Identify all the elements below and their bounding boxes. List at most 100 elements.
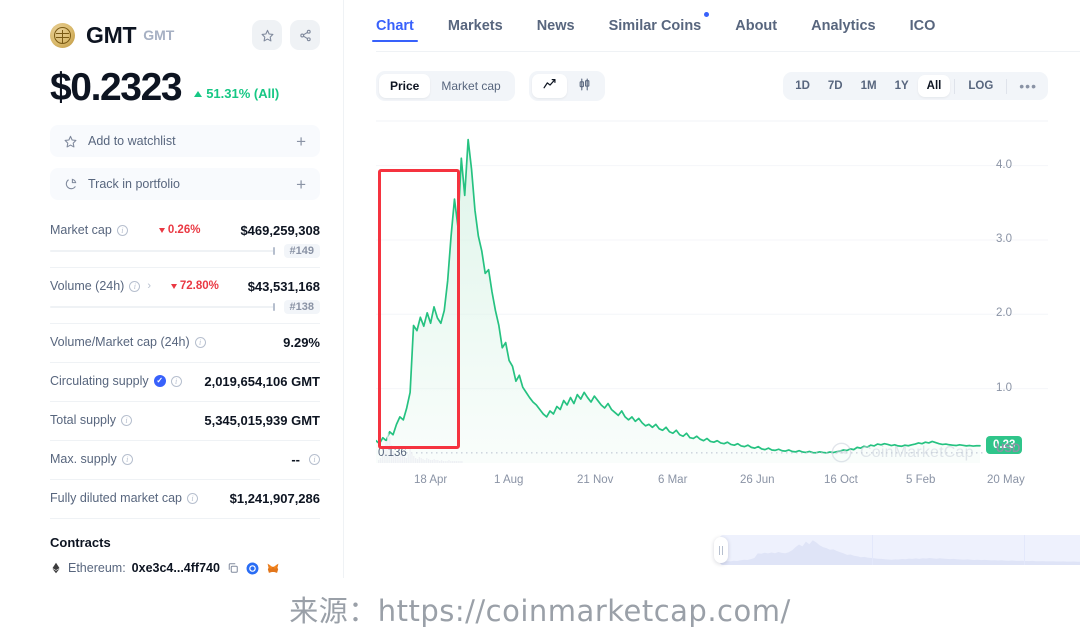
stat-value: $1,241,907,286 xyxy=(230,491,320,506)
stat-row-volume-24h: Volume (24h) i › 72.80% $43,531,168 xyxy=(50,276,320,296)
stat-row-volume-market-cap: Volume/Market cap (24h) i 9.29% xyxy=(50,332,320,352)
source-caption: 来源：https://coinmarketcap.com/ xyxy=(0,578,1080,640)
x-axis-label: 6 Mar xyxy=(658,474,687,486)
range-1m-button[interactable]: 1M xyxy=(852,75,886,97)
add-to-watchlist-button[interactable]: Add to watchlist + xyxy=(50,125,320,157)
tab-about[interactable]: About xyxy=(735,0,777,52)
market-cap-rank: #149 xyxy=(284,244,320,258)
chevron-right-icon[interactable]: › xyxy=(147,280,151,292)
triangle-down-icon xyxy=(159,228,165,233)
info-icon[interactable]: i xyxy=(187,493,198,504)
tab-label: News xyxy=(537,18,575,34)
star-icon[interactable] xyxy=(252,20,282,50)
pie-chart-icon xyxy=(64,178,77,191)
divider xyxy=(50,440,320,441)
log-scale-button[interactable]: LOG xyxy=(959,75,1002,97)
stat-value: 2,019,654,106 GMT xyxy=(204,374,320,389)
divider xyxy=(50,479,320,480)
stat-label-text: Market cap xyxy=(50,223,112,237)
contracts-title: Contracts xyxy=(50,535,320,550)
tab-ico[interactable]: ICO xyxy=(910,0,936,52)
stat-label-text: Fully diluted market cap xyxy=(50,491,182,505)
tab-news[interactable]: News xyxy=(537,0,575,52)
range-1y-button[interactable]: 1Y xyxy=(886,75,918,97)
slider-handle-left[interactable] xyxy=(714,537,728,563)
explorer-icon[interactable] xyxy=(246,561,260,575)
chart-type-group xyxy=(529,71,605,101)
info-icon[interactable]: i xyxy=(195,337,206,348)
metric-market-cap-button[interactable]: Market cap xyxy=(430,74,511,98)
slider-preview xyxy=(720,535,1080,565)
divider xyxy=(50,323,320,324)
coin-tabs: Chart Markets News Similar Coins About A… xyxy=(344,0,1080,52)
divider xyxy=(50,362,320,363)
verified-badge-icon: ✓ xyxy=(154,375,166,387)
tab-chart[interactable]: Chart xyxy=(376,0,414,52)
rank-track xyxy=(50,250,275,252)
plus-icon[interactable]: + xyxy=(296,133,306,150)
stat-label-text: Volume (24h) xyxy=(50,279,124,293)
plus-icon[interactable]: + xyxy=(296,176,306,193)
stat-label-text: Total supply xyxy=(50,413,116,427)
watermark-text: CoinMarketCap xyxy=(860,444,974,462)
x-axis-label: 20 May xyxy=(987,474,1025,486)
more-options-icon[interactable]: ••• xyxy=(1011,78,1045,94)
tab-label: About xyxy=(735,18,777,34)
metric-price-button[interactable]: Price xyxy=(379,74,430,98)
tabs-underline xyxy=(376,51,1080,52)
info-icon[interactable]: i xyxy=(117,225,128,236)
stat-value: 5,345,015,939 GMT xyxy=(204,413,320,428)
contract-chain: Ethereum: xyxy=(68,561,126,575)
info-icon[interactable]: i xyxy=(309,454,320,465)
y-axis-label: 1.0 xyxy=(996,382,1050,394)
range-1d-button[interactable]: 1D xyxy=(786,75,819,97)
share-icon[interactable] xyxy=(290,20,320,50)
tab-analytics[interactable]: Analytics xyxy=(811,0,875,52)
divider xyxy=(1006,79,1007,94)
coinmarketcap-coin-page: GMT GMT $0.2323 51.3 xyxy=(0,0,1080,640)
stat-label: Circulating supply ✓ i xyxy=(50,374,182,388)
range-7d-button[interactable]: 7D xyxy=(819,75,852,97)
stat-label-text: Volume/Market cap (24h) xyxy=(50,335,190,349)
y-axis-label: 4.0 xyxy=(996,159,1050,171)
divider xyxy=(954,79,955,94)
contract-row-ethereum[interactable]: Ethereum: 0xe3c4...4ff740 xyxy=(50,561,320,575)
info-icon[interactable]: i xyxy=(121,415,132,426)
x-axis-label: 5 Feb xyxy=(906,474,935,486)
tab-similar-coins[interactable]: Similar Coins xyxy=(609,0,702,52)
info-icon[interactable]: i xyxy=(122,454,133,465)
info-icon[interactable]: i xyxy=(129,281,140,292)
stat-label-text: Circulating supply xyxy=(50,374,149,388)
market-cap-rank-bar: #149 xyxy=(50,243,320,259)
rank-tick xyxy=(273,247,275,255)
header-actions xyxy=(252,20,320,50)
x-axis-label: 21 Nov xyxy=(577,474,613,486)
stat-change: 72.80% xyxy=(171,280,219,292)
stat-value: -- xyxy=(291,452,300,467)
track-in-portfolio-button[interactable]: Track in portfolio + xyxy=(50,168,320,200)
rank-tick xyxy=(273,303,275,311)
rank-track xyxy=(50,306,275,308)
range-all-button[interactable]: All xyxy=(918,75,951,97)
coin-ticker: GMT xyxy=(143,27,174,43)
tab-markets[interactable]: Markets xyxy=(448,0,503,52)
watchlist-label: Add to watchlist xyxy=(88,134,176,148)
notification-dot-icon xyxy=(704,12,709,17)
line-chart-icon[interactable] xyxy=(532,74,567,98)
stat-row-total-supply: Total supply i 5,345,015,939 GMT xyxy=(50,410,320,430)
copy-icon[interactable] xyxy=(226,561,240,575)
price-chart[interactable]: 4.0 3.0 2.0 1.0 0.23 USD 0.136 CoinMarke… xyxy=(376,108,1048,498)
info-icon[interactable]: i xyxy=(171,376,182,387)
metamask-fox-icon[interactable] xyxy=(266,561,280,575)
stat-row-circulating-supply: Circulating supply ✓ i 2,019,654,106 GMT xyxy=(50,371,320,391)
chart-range-slider[interactable] xyxy=(720,535,1080,565)
portfolio-label: Track in portfolio xyxy=(88,177,180,191)
triangle-down-icon xyxy=(171,284,177,289)
coin-price: $0.2323 xyxy=(50,68,181,107)
currency-label: USD xyxy=(996,443,1020,455)
coinmarketcap-watermark: CoinMarketCap xyxy=(831,442,974,463)
stat-value: 9.29% xyxy=(283,335,320,350)
stat-change: 0.26% xyxy=(159,224,201,236)
y-axis-label: 2.0 xyxy=(996,307,1050,319)
candlestick-icon[interactable] xyxy=(567,74,602,98)
